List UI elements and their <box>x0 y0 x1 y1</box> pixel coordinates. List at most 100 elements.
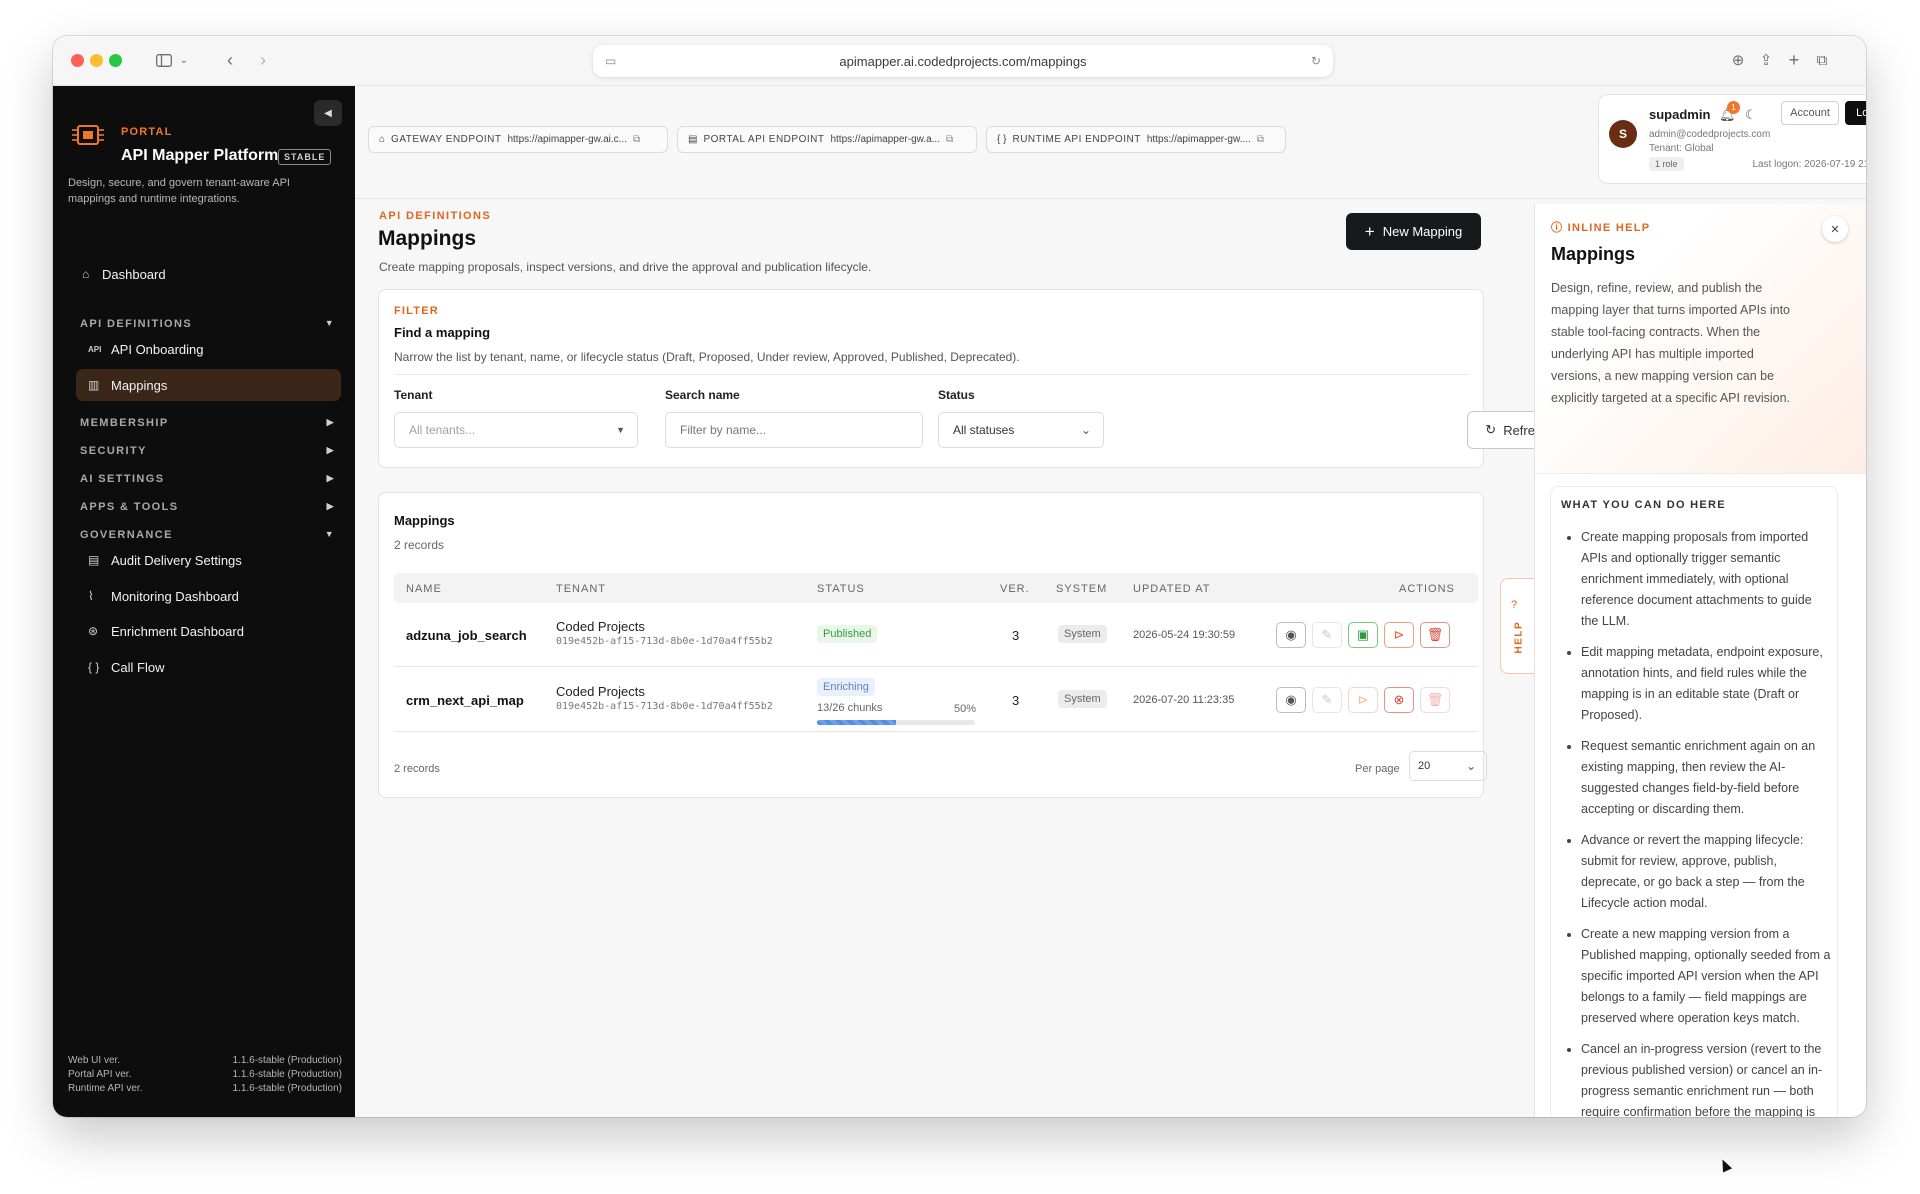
col-system[interactable]: SYSTEM <box>1056 583 1107 595</box>
copy-icon[interactable]: ⧉ <box>633 134 640 145</box>
section-governance[interactable]: GOVERNANCE ▼ <box>80 529 335 541</box>
version-value: 1.1.6-stable (Production) <box>232 1055 342 1066</box>
new-tab-icon[interactable]: + <box>1784 48 1804 72</box>
section-label: GOVERNANCE <box>80 529 173 541</box>
sidebar-item-dashboard[interactable]: ⌂ Dashboard <box>76 258 341 290</box>
col-status[interactable]: STATUS <box>817 583 865 595</box>
sidebar-item-label: Enrichment Dashboard <box>111 623 244 639</box>
delete-icon[interactable]: 🗑︎ <box>1420 622 1450 648</box>
filter-description: Narrow the list by tenant, name, or life… <box>394 350 1020 364</box>
version-label: Portal API ver. <box>68 1069 132 1080</box>
help-tab[interactable]: ? HELP <box>1500 578 1534 674</box>
logout-button[interactable]: Logout <box>1845 101 1866 125</box>
updated-at: 2026-07-20 11:23:35 <box>1133 694 1235 706</box>
version-label: Runtime API ver. <box>68 1083 143 1094</box>
url-bar[interactable]: ▭ apimapper.ai.codedprojects.com/mapping… <box>593 45 1333 77</box>
tenant-select[interactable]: All tenants... ▼ <box>394 412 638 448</box>
chevron-right-icon: ▶ <box>326 473 335 483</box>
user-card: S supadmin 🔔︎ 1 ☾ Account Logout admin@c… <box>1598 94 1866 184</box>
reload-icon[interactable]: ↻ <box>1311 54 1321 68</box>
map-icon: ▥ <box>88 378 100 392</box>
col-updated[interactable]: UPDATED AT <box>1133 583 1210 595</box>
edit-icon[interactable]: ✎ <box>1312 622 1342 648</box>
mapping-name[interactable]: adzuna_job_search <box>406 628 527 643</box>
account-button[interactable]: Account <box>1781 101 1839 125</box>
lifecycle-play-icon[interactable]: ⊳ <box>1348 687 1378 713</box>
col-tenant[interactable]: TENANT <box>556 583 606 595</box>
forward-icon[interactable]: › <box>253 48 273 72</box>
collapse-sidebar-button[interactable]: ◀ <box>314 100 342 126</box>
delete-icon[interactable]: 🗑︎ <box>1420 687 1450 713</box>
copy-icon[interactable]: ⧉ <box>1257 134 1264 145</box>
back-icon[interactable]: ‹ <box>220 48 240 72</box>
app-tagline: Design, secure, and govern tenant-aware … <box>68 177 290 205</box>
help-title: Mappings <box>1551 244 1635 264</box>
download-icon[interactable]: ⊕ <box>1728 48 1748 72</box>
plus-icon: + <box>1364 221 1375 241</box>
version-label: Web UI ver. <box>68 1055 121 1066</box>
table-row[interactable]: adzuna_job_search Coded Projects 019e452… <box>394 603 1478 667</box>
table-header: NAME TENANT STATUS VER. SYSTEM UPDATED A… <box>394 573 1478 603</box>
chevron-down-icon: ▼ <box>324 318 335 328</box>
per-page-label: Per page <box>1355 763 1400 775</box>
section-apps-tools[interactable]: APPS & TOOLS ▶ <box>80 501 335 513</box>
avatar[interactable]: S <box>1609 120 1637 148</box>
list-item: Request semantic enrichment again on an … <box>1581 736 1831 820</box>
status-select[interactable]: All statuses ⌄ <box>938 412 1104 448</box>
divider <box>394 374 1470 375</box>
minimize-window-button[interactable] <box>90 54 103 67</box>
system-badge: System <box>1058 625 1107 643</box>
new-mapping-label: New Mapping <box>1382 224 1463 239</box>
sidebar-item-monitoring-dashboard[interactable]: ⌇ Monitoring Dashboard <box>76 580 341 612</box>
mapping-name[interactable]: crm_next_api_map <box>406 693 524 708</box>
chunk-progress-text: 13/26 chunks <box>817 702 883 714</box>
tenant-placeholder: All tenants... <box>409 423 476 437</box>
col-name[interactable]: NAME <box>406 583 442 595</box>
moon-icon[interactable]: ☾ <box>1745 107 1757 123</box>
progress-fill <box>817 720 896 725</box>
edit-icon[interactable]: ✎ <box>1312 687 1342 713</box>
sidebar-toggle-icon[interactable] <box>153 48 175 72</box>
section-membership[interactable]: MEMBERSHIP ▶ <box>80 417 335 429</box>
version-icon[interactable]: ▣ <box>1348 622 1378 648</box>
page-title: Mappings <box>378 227 476 250</box>
lifecycle-play-icon[interactable]: ⊳ <box>1384 622 1414 648</box>
tab-overview-icon[interactable]: ⧉ <box>1812 48 1832 72</box>
close-window-button[interactable] <box>71 54 84 67</box>
version-value: 1.1.6-stable (Production) <box>232 1069 342 1080</box>
page-settings-icon[interactable]: ▭ <box>605 54 616 68</box>
view-icon[interactable]: ◉ <box>1276 687 1306 713</box>
chevron-right-icon: ▶ <box>326 417 335 427</box>
sidebar-item-mappings[interactable]: ▥ Mappings <box>76 369 341 401</box>
col-version[interactable]: VER. <box>1000 583 1030 595</box>
cancel-enrichment-icon[interactable]: ⊗ <box>1384 687 1414 713</box>
table-row[interactable]: crm_next_api_map Coded Projects 019e452b… <box>394 668 1478 732</box>
section-label: AI SETTINGS <box>80 473 165 485</box>
endpoint-key: RUNTIME API ENDPOINT <box>1012 134 1141 145</box>
copy-icon[interactable]: ⧉ <box>946 134 953 145</box>
portal-label: PORTAL <box>121 126 173 138</box>
endpoint-value: https://apimapper-gw.ai.c... <box>507 134 627 145</box>
per-page-select[interactable]: 20 ⌄ <box>1409 751 1487 781</box>
share-icon[interactable]: ⇪ <box>1756 48 1776 72</box>
new-mapping-button[interactable]: + New Mapping <box>1346 213 1481 250</box>
sidebar-item-call-flow[interactable]: { } Call Flow <box>76 651 341 683</box>
sidebar-item-api-onboarding[interactable]: API API Onboarding <box>76 333 341 365</box>
section-ai-settings[interactable]: AI SETTINGS ▶ <box>80 473 335 485</box>
sidebar-item-enrichment-dashboard[interactable]: ⊛ Enrichment Dashboard <box>76 615 341 647</box>
updated-at: 2026-05-24 19:30:59 <box>1133 629 1236 641</box>
help-header: ⓘ INLINE HELP ✕ Mappings Design, refine,… <box>1535 204 1866 474</box>
search-name-input[interactable] <box>665 412 923 448</box>
zoom-window-button[interactable] <box>109 54 122 67</box>
section-security[interactable]: SECURITY ▶ <box>80 445 335 457</box>
help-tab-label: HELP <box>1513 620 1525 654</box>
sidebar-item-audit-delivery[interactable]: ▤ Audit Delivery Settings <box>76 544 341 576</box>
close-help-button[interactable]: ✕ <box>1822 216 1848 242</box>
view-icon[interactable]: ◉ <box>1276 622 1306 648</box>
chevron-down-icon[interactable]: ⌄ <box>177 48 191 72</box>
section-api-definitions[interactable]: API DEFINITIONS ▼ <box>80 318 335 330</box>
mappings-card: Mappings 2 records NAME TENANT STATUS VE… <box>378 492 1487 798</box>
col-actions: ACTIONS <box>1399 583 1455 595</box>
sidebar-item-label: Monitoring Dashboard <box>111 588 239 604</box>
table-title: Mappings <box>394 513 455 528</box>
